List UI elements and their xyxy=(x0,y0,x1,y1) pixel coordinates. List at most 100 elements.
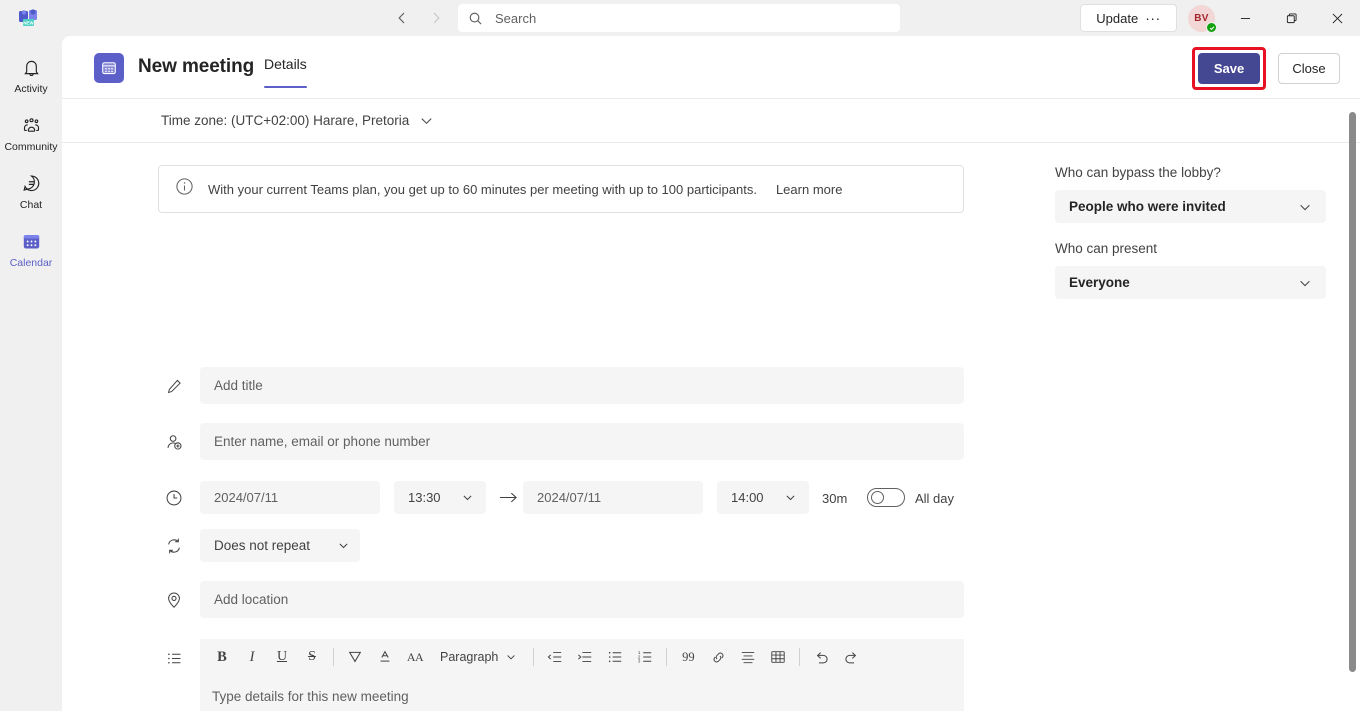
toolbar-divider xyxy=(666,648,668,666)
sidebar-item-chat[interactable]: Chat xyxy=(0,162,62,220)
duration-label: 30m xyxy=(822,491,848,506)
start-date-value: 2024/07/11 xyxy=(214,490,279,505)
chevron-down-icon xyxy=(784,491,797,504)
update-button-label: Update xyxy=(1096,10,1139,26)
title-placeholder: Add title xyxy=(214,378,263,393)
repeat-icon xyxy=(162,534,186,558)
font-size-icon[interactable]: AA xyxy=(400,643,430,671)
quote-icon[interactable]: 99 xyxy=(673,643,703,671)
recurrence-select[interactable]: Does not repeat xyxy=(200,529,360,562)
bell-icon xyxy=(21,56,42,80)
main-pane: New meeting Details Save Close Time zone… xyxy=(62,36,1360,711)
minimize-button[interactable] xyxy=(1222,0,1268,36)
timezone-row: Time zone: (UTC+02:00) Harare, Pretoria xyxy=(62,99,1360,143)
maximize-button[interactable] xyxy=(1268,0,1314,36)
decrease-indent-icon[interactable] xyxy=(540,643,570,671)
location-placeholder: Add location xyxy=(214,592,289,607)
tab-details[interactable]: Details xyxy=(264,56,307,88)
update-button[interactable]: Update ··· xyxy=(1080,4,1177,32)
calendar-icon xyxy=(21,230,42,254)
presence-available-icon xyxy=(1206,22,1217,33)
end-date-input[interactable]: 2024/07/11 xyxy=(523,481,703,514)
attendees-placeholder: Enter name, email or phone number xyxy=(214,434,431,449)
save-button-highlight: Save xyxy=(1192,47,1266,90)
strikethrough-icon[interactable]: S xyxy=(297,643,327,671)
clock-icon xyxy=(162,486,186,510)
italic-icon[interactable]: I xyxy=(237,643,267,671)
meeting-header: New meeting Details Save Close xyxy=(62,36,1360,99)
location-input[interactable]: Add location xyxy=(200,581,964,618)
window-controls xyxy=(1222,0,1360,36)
bold-icon[interactable]: B xyxy=(207,643,237,671)
sidebar-item-calendar[interactable]: Calendar xyxy=(0,220,62,278)
numbered-list-icon[interactable]: 1 2 3 xyxy=(630,643,660,671)
sidebar-label-calendar: Calendar xyxy=(9,256,53,269)
undo-icon[interactable] xyxy=(806,643,836,671)
teams-logo-icon: NEW xyxy=(12,0,46,36)
start-date-input[interactable]: 2024/07/11 xyxy=(200,481,380,514)
increase-indent-icon[interactable] xyxy=(570,643,600,671)
update-overflow-icon[interactable]: ··· xyxy=(1145,11,1161,25)
highlight-icon[interactable] xyxy=(340,643,370,671)
link-icon[interactable] xyxy=(703,643,733,671)
learn-more-link[interactable]: Learn more xyxy=(776,182,842,197)
sidebar-item-community[interactable]: Community xyxy=(0,104,62,162)
table-icon[interactable] xyxy=(763,643,793,671)
paragraph-style-label: Paragraph xyxy=(440,650,499,664)
bulleted-list-icon[interactable] xyxy=(600,643,630,671)
meeting-options-column: Who can bypass the lobby? People who wer… xyxy=(1055,143,1360,710)
meeting-details-editor[interactable]: Type details for this new meeting xyxy=(200,675,964,711)
sidebar-label-activity: Activity xyxy=(14,82,48,95)
search-input[interactable]: Search xyxy=(458,4,900,32)
all-day-label: All day xyxy=(915,491,955,506)
font-color-icon[interactable] xyxy=(370,643,400,671)
save-button[interactable]: Save xyxy=(1198,53,1260,84)
avatar[interactable]: BV xyxy=(1188,5,1217,33)
timezone-selector[interactable]: Time zone: (UTC+02:00) Harare, Pretoria xyxy=(161,113,434,128)
toolbar-divider xyxy=(533,648,535,666)
plan-info-text: With your current Teams plan, you get up… xyxy=(208,181,757,197)
meeting-form-body: With your current Teams plan, you get up… xyxy=(62,143,1360,711)
lobby-select[interactable]: People who were invited xyxy=(1055,190,1326,223)
search-placeholder: Search xyxy=(495,10,537,26)
title-input[interactable]: Add title xyxy=(200,367,964,404)
underline-icon[interactable]: U xyxy=(267,643,297,671)
pencil-icon xyxy=(162,374,186,398)
sidebar-item-activity[interactable]: Activity xyxy=(0,46,62,104)
start-time-select[interactable]: 13:30 xyxy=(394,481,486,514)
end-date-value: 2024/07/11 xyxy=(537,490,602,505)
meeting-details-placeholder: Type details for this new meeting xyxy=(212,689,409,704)
chevron-down-icon xyxy=(461,491,474,504)
search-icon xyxy=(468,11,483,26)
arrow-right-icon xyxy=(499,489,518,506)
sidebar-label-community: Community xyxy=(4,140,58,153)
align-icon[interactable] xyxy=(733,643,763,671)
left-navigation-rail: Activity Community Chat Calendar xyxy=(0,36,62,711)
page-title: New meeting xyxy=(138,56,255,77)
chevron-down-icon xyxy=(337,539,350,552)
chevron-down-icon xyxy=(1298,276,1312,290)
recurrence-value: Does not repeat xyxy=(214,538,311,553)
bullet-list-icon xyxy=(162,646,186,670)
rich-text-toolbar: B I U S AA Paragraph 1 2 3 99 xyxy=(200,639,964,675)
close-button[interactable] xyxy=(1314,0,1360,36)
svg-text:NEW: NEW xyxy=(23,20,34,25)
paragraph-style-dropdown[interactable]: Paragraph xyxy=(432,643,525,671)
vertical-scrollbar[interactable] xyxy=(1349,112,1356,672)
plan-info-banner: With your current Teams plan, you get up… xyxy=(158,165,964,213)
end-time-value: 14:00 xyxy=(731,490,764,505)
redo-icon[interactable] xyxy=(836,643,866,671)
back-button[interactable] xyxy=(388,4,416,32)
close-meeting-button[interactable]: Close xyxy=(1278,53,1340,84)
lobby-label: Who can bypass the lobby? xyxy=(1055,165,1221,180)
header-calendar-icon xyxy=(94,53,124,83)
end-time-select[interactable]: 14:00 xyxy=(717,481,809,514)
attendees-input[interactable]: Enter name, email or phone number xyxy=(200,423,964,460)
forward-button[interactable] xyxy=(422,4,450,32)
all-day-toggle[interactable] xyxy=(867,488,905,507)
chevron-down-icon xyxy=(419,113,434,128)
chevron-down-icon xyxy=(505,651,517,663)
info-icon xyxy=(175,177,194,201)
present-select[interactable]: Everyone xyxy=(1055,266,1326,299)
toolbar-divider xyxy=(799,648,801,666)
